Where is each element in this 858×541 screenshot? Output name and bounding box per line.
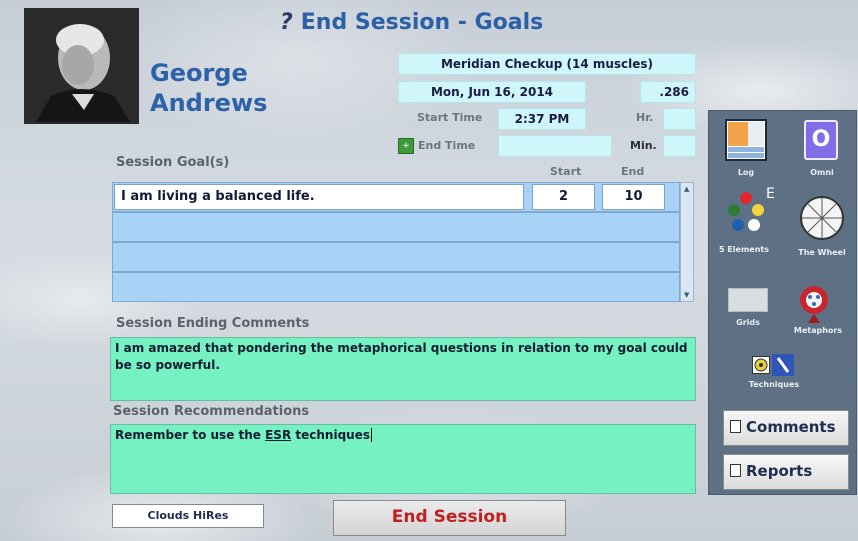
end-session-button[interactable]: End Session xyxy=(333,500,566,536)
end-time-label: End Time xyxy=(418,139,476,152)
minutes-label: Min. xyxy=(630,139,657,152)
goal-end-score[interactable]: 10 xyxy=(602,184,665,210)
set-end-time-button[interactable]: + xyxy=(398,138,414,154)
minutes-field[interactable] xyxy=(663,135,696,157)
goals-scrollbar[interactable]: ▲ ▼ xyxy=(680,182,694,302)
grids-label: Grids xyxy=(736,318,760,327)
wheel-icon[interactable] xyxy=(798,194,846,242)
client-photo xyxy=(24,8,139,124)
client-first-name: George xyxy=(150,59,248,87)
omni-icon[interactable]: O xyxy=(804,120,838,160)
recommendations-text-esr: ESR xyxy=(265,428,292,442)
scroll-down-icon[interactable]: ▼ xyxy=(684,291,689,299)
background-selector-button[interactable]: Clouds HiRes xyxy=(112,504,264,528)
comments-button[interactable]: Comments xyxy=(723,410,849,446)
end-column-header: End xyxy=(621,165,645,178)
start-time-label: Start Time xyxy=(417,111,483,124)
goal-start-score[interactable]: 2 xyxy=(532,184,595,210)
reports-button[interactable]: Reports xyxy=(723,454,849,490)
recommendations-text-end: techniques xyxy=(291,428,370,442)
recommendations-field[interactable]: Remember to use the ESR techniques xyxy=(110,424,696,494)
goal-row-empty-4[interactable] xyxy=(112,272,680,302)
start-time-field[interactable]: 2:37 PM xyxy=(498,108,586,130)
log-label: Log xyxy=(737,168,755,177)
scroll-up-icon[interactable]: ▲ xyxy=(684,185,689,193)
log-icon[interactable] xyxy=(724,118,768,162)
session-code: .286 xyxy=(640,81,696,103)
session-date: Mon, Jun 16, 2014 xyxy=(398,81,586,103)
metaphors-icon[interactable] xyxy=(796,284,832,324)
five-elements-badge: E xyxy=(766,186,775,202)
page-title-text: End Session - Goals xyxy=(300,10,544,35)
recommendations-title: Session Recommendations xyxy=(113,404,310,419)
help-icon[interactable]: ? xyxy=(280,10,293,35)
goal-row-empty-3[interactable] xyxy=(112,242,680,272)
grids-icon[interactable] xyxy=(728,288,768,312)
session-goals-title: Session Goal(s) xyxy=(116,155,230,170)
recommendations-text-start: Remember to use the xyxy=(115,428,266,442)
session-type: Meridian Checkup (14 muscles) xyxy=(398,53,696,75)
metaphors-label: Metaphors xyxy=(793,326,843,335)
ending-comments-field[interactable]: I am amazed that pondering the metaphori… xyxy=(110,337,696,401)
end-time-field[interactable] xyxy=(498,135,612,157)
omni-label: Omni xyxy=(810,168,834,177)
goal-text[interactable]: I am living a balanced life. xyxy=(114,184,524,210)
reports-button-label: Reports xyxy=(746,462,813,480)
client-name: George Andrews xyxy=(150,58,267,118)
wheel-label: The Wheel xyxy=(798,248,846,257)
client-last-name: Andrews xyxy=(150,89,268,117)
page-icon xyxy=(730,420,741,433)
page-icon xyxy=(730,464,741,477)
start-column-header: Start xyxy=(550,165,582,178)
goal-row-empty-2[interactable] xyxy=(112,212,680,242)
techniques-label: Techniques xyxy=(748,380,800,389)
hours-label: Hr. xyxy=(636,111,654,124)
hours-field[interactable] xyxy=(663,108,696,130)
ending-comments-title: Session Ending Comments xyxy=(116,316,310,331)
text-cursor xyxy=(370,428,372,442)
five-elements-label: 5 Elements xyxy=(718,245,770,254)
techniques-wand-icon[interactable] xyxy=(772,354,794,376)
comments-button-label: Comments xyxy=(746,418,836,436)
page-title: ? End Session - Goals xyxy=(280,10,543,35)
techniques-target-icon[interactable] xyxy=(752,356,770,374)
